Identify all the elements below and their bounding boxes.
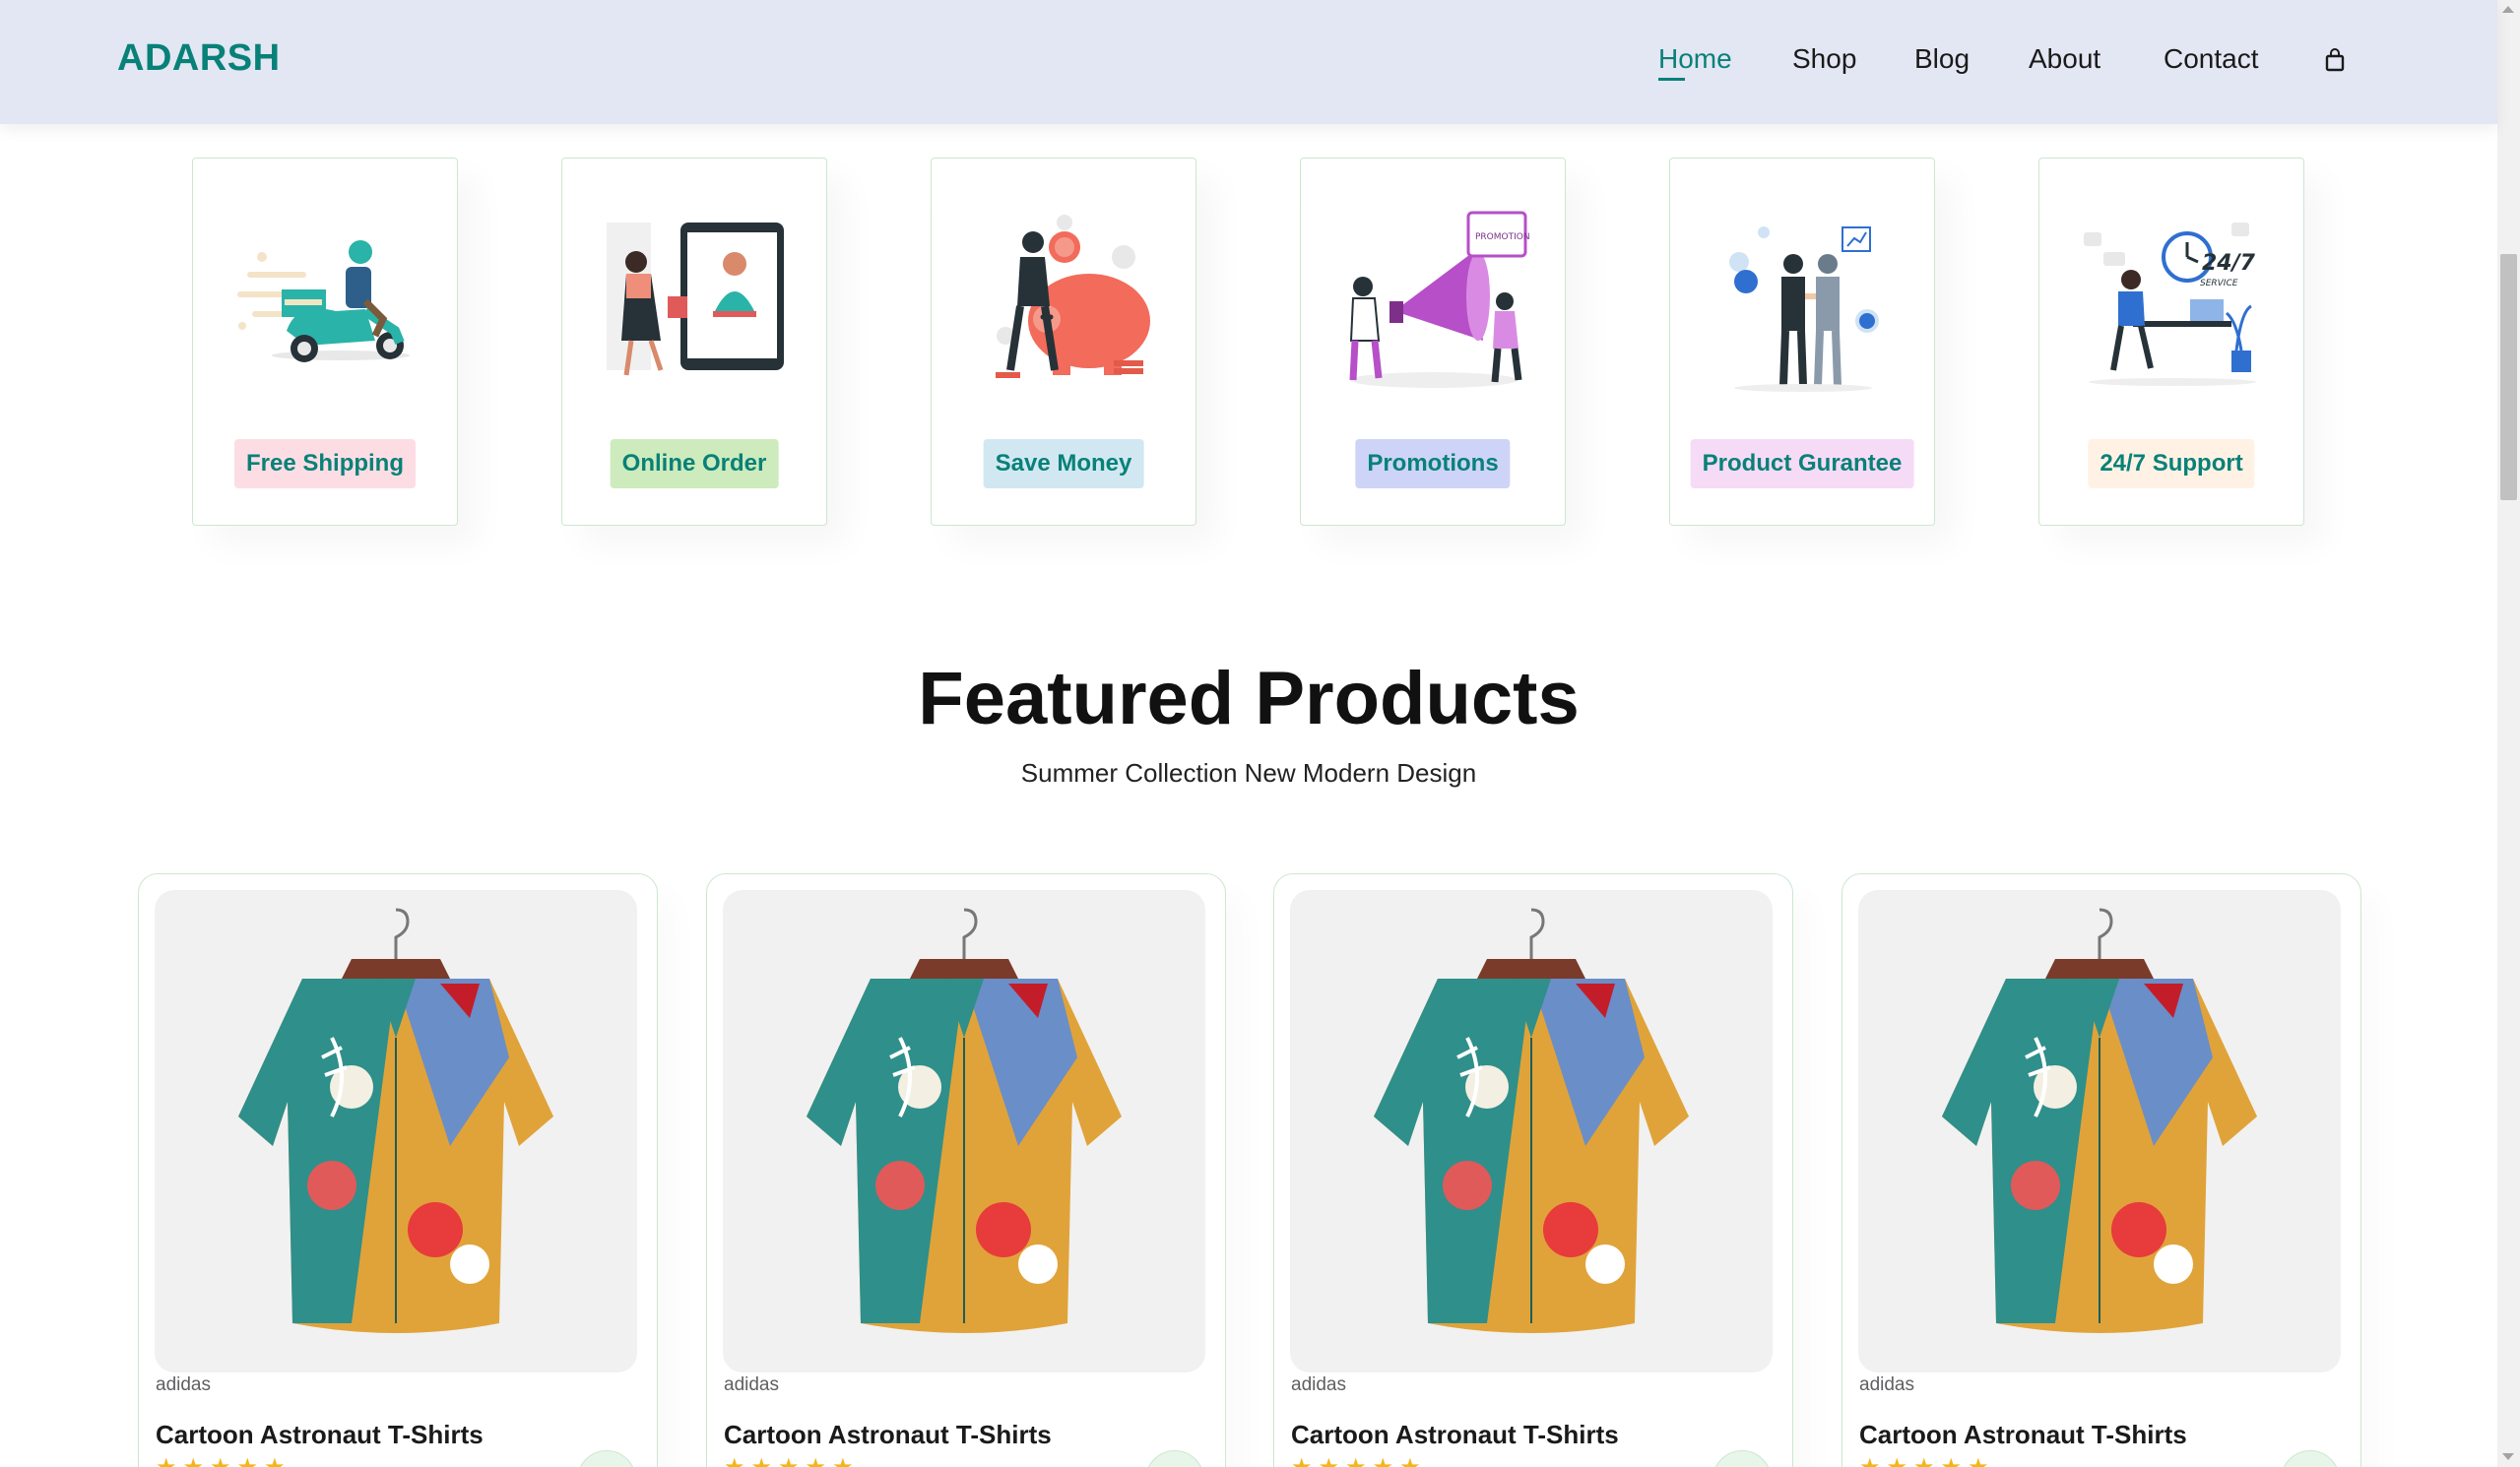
section-title: Featured Products xyxy=(918,657,1580,740)
add-to-cart-button[interactable] xyxy=(2281,1450,2340,1467)
product-image[interactable] xyxy=(723,890,1205,1372)
add-to-cart-button[interactable] xyxy=(1145,1450,1204,1467)
shopping-bag-icon[interactable] xyxy=(2325,48,2345,72)
scroll-up-arrow-icon[interactable] xyxy=(2502,6,2514,13)
rating-stars: ★★★★★ xyxy=(156,1453,291,1467)
rating-stars: ★★★★★ xyxy=(1859,1453,1995,1467)
shirt-image xyxy=(807,908,1122,1333)
feature-product-guarantee: Product Gurantee xyxy=(1669,158,1935,526)
shirt-image xyxy=(238,908,553,1333)
rating-stars: ★★★★★ xyxy=(1291,1453,1427,1467)
nav-home[interactable]: Home xyxy=(1658,43,1732,75)
nav-blog[interactable]: Blog xyxy=(1914,43,1970,75)
product-card[interactable]: adidas Cartoon Astronaut T-Shirts ★★★★★ xyxy=(138,873,658,1467)
product-card[interactable]: adidas Cartoon Astronaut T-Shirts ★★★★★ xyxy=(1273,873,1793,1467)
handshake-illustration xyxy=(1729,226,1879,392)
shirt-image xyxy=(1942,908,2257,1333)
feature-label: Promotions xyxy=(1355,439,1511,488)
nav-shop[interactable]: Shop xyxy=(1792,43,1856,75)
feature-online-order: Online Order xyxy=(561,158,827,526)
product-brand: adidas xyxy=(724,1374,779,1395)
product-brand: adidas xyxy=(156,1374,211,1395)
product-image[interactable] xyxy=(1290,890,1773,1372)
nav-about[interactable]: About xyxy=(2029,43,2100,75)
page: ADARSH Home Shop Blog About Contact Free… xyxy=(0,0,2520,1467)
scroll-down-arrow-icon[interactable] xyxy=(2502,1453,2514,1460)
feature-label: Save Money xyxy=(983,439,1144,488)
product-card[interactable]: adidas Cartoon Astronaut T-Shirts ★★★★★ xyxy=(706,873,1226,1467)
product-image[interactable] xyxy=(155,890,637,1372)
feature-label: 24/7 Support xyxy=(2088,439,2255,488)
feature-label: Product Gurantee xyxy=(1690,439,1914,488)
feature-support: 24/7 SERVICE 24/7 Support xyxy=(2038,158,2304,526)
header: ADARSH Home Shop Blog About Contact xyxy=(0,0,2497,124)
product-name[interactable]: Cartoon Astronaut T-Shirts xyxy=(1859,1420,2187,1450)
scrollbar-thumb[interactable] xyxy=(2500,254,2517,500)
logo[interactable]: ADARSH xyxy=(117,37,281,80)
product-card[interactable]: adidas Cartoon Astronaut T-Shirts ★★★★★ xyxy=(1842,873,2361,1467)
product-name[interactable]: Cartoon Astronaut T-Shirts xyxy=(1291,1420,1619,1450)
online-order-illustration xyxy=(607,223,784,376)
section-subtitle: Summer Collection New Modern Design xyxy=(1020,758,1477,788)
feature-save-money: Save Money xyxy=(931,158,1196,526)
feature-promotions: PROMOTION Promotions xyxy=(1300,158,1566,526)
active-nav-indicator xyxy=(1658,78,1685,81)
rating-stars: ★★★★★ xyxy=(724,1453,860,1467)
shirt-image xyxy=(1374,908,1689,1333)
add-to-cart-button[interactable] xyxy=(1712,1450,1772,1467)
svg-text:SERVICE: SERVICE xyxy=(2200,279,2238,288)
feature-label: Free Shipping xyxy=(233,439,417,488)
product-brand: adidas xyxy=(1291,1374,1346,1395)
delivery-scooter-illustration xyxy=(237,240,410,362)
megaphone-illustration: PROMOTION xyxy=(1349,211,1530,388)
svg-text:PROMOTION: PROMOTION xyxy=(1475,232,1530,242)
product-brand: adidas xyxy=(1859,1374,1914,1395)
product-name[interactable]: Cartoon Astronaut T-Shirts xyxy=(724,1420,1052,1450)
add-to-cart-button[interactable] xyxy=(577,1450,636,1467)
piggy-bank-illustration xyxy=(996,215,1150,378)
feature-label: Online Order xyxy=(610,439,779,488)
product-image[interactable] xyxy=(1858,890,2341,1372)
support-clock-illustration: 24/7 SERVICE xyxy=(2084,223,2256,386)
feature-free-shipping: Free Shipping xyxy=(192,158,458,526)
scrollbar-track[interactable] xyxy=(2497,0,2520,1467)
product-name[interactable]: Cartoon Astronaut T-Shirts xyxy=(156,1420,484,1450)
svg-text:24/7: 24/7 xyxy=(2202,251,2256,276)
nav-contact[interactable]: Contact xyxy=(2164,43,2259,75)
